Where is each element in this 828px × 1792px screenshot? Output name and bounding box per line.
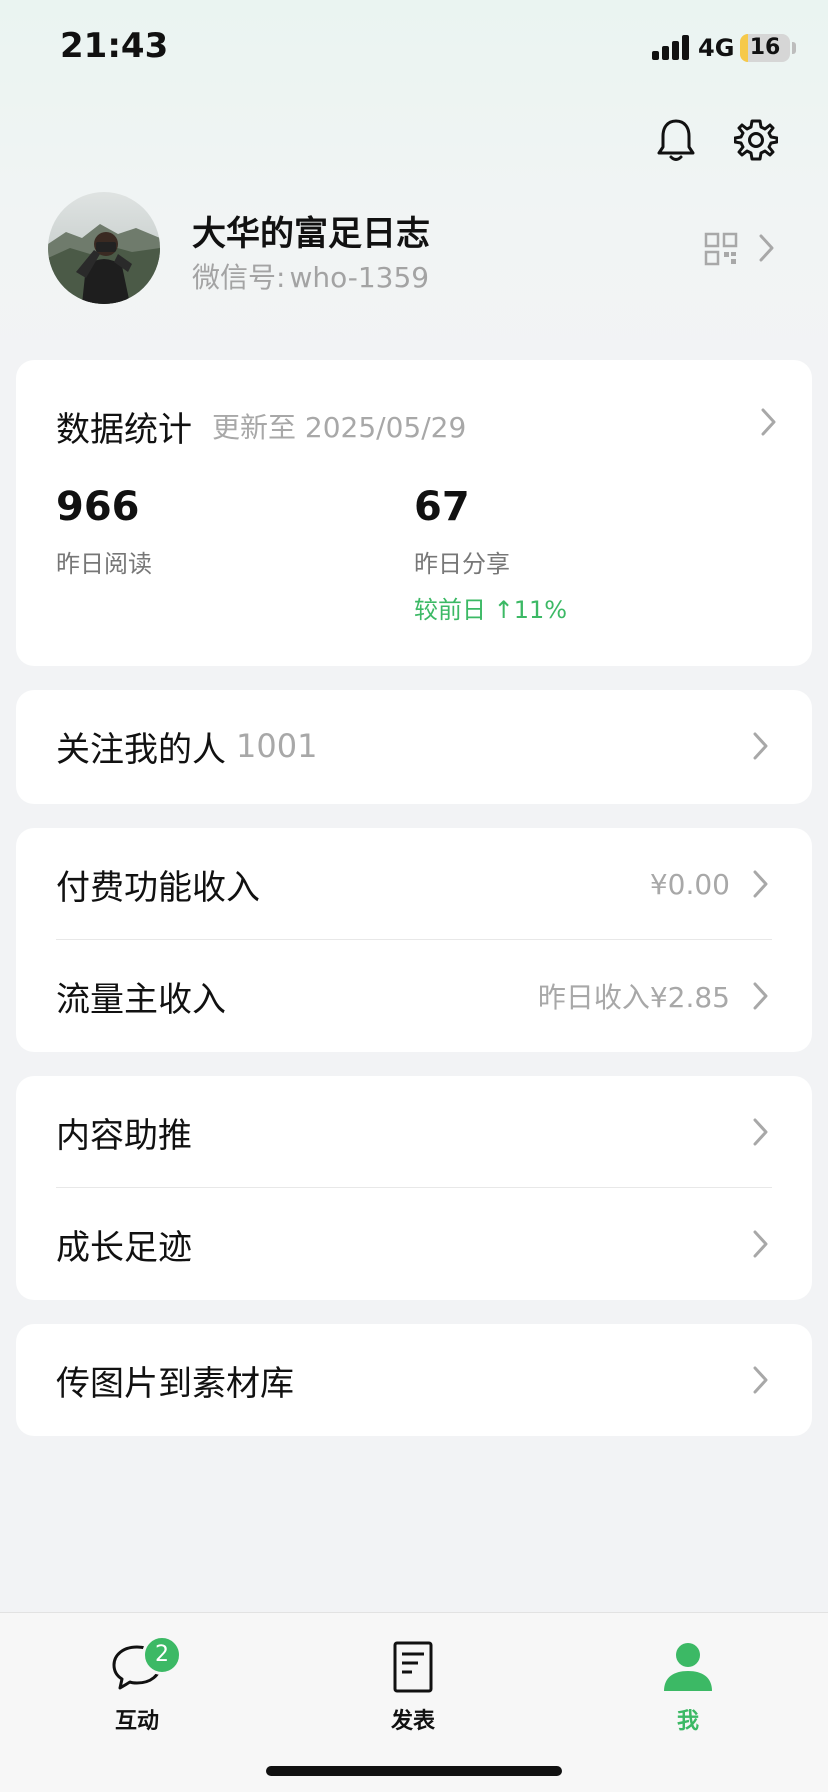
chevron-right-icon (761, 408, 776, 436)
shares-change: 较前日 ↑11% (414, 596, 568, 624)
tab-publish[interactable]: 发表 (353, 1637, 473, 1735)
chevron-right-icon (753, 1230, 768, 1258)
person-icon (658, 1637, 718, 1697)
paid-income-title: 付费功能收入 (56, 867, 260, 908)
tab-interact-label: 互动 (114, 1709, 159, 1734)
stats-updated-date: 更新至 2025/05/29 (212, 411, 467, 444)
shares-value: 67 (414, 484, 470, 530)
bell-icon (657, 119, 695, 161)
paid-income-value: ¥0.00 (649, 867, 730, 901)
upload-card[interactable]: 传图片到素材库 (16, 1324, 812, 1436)
followers-card[interactable]: 关注我的人 1001 (16, 690, 812, 804)
followers-title: 关注我的人 (56, 729, 226, 770)
tools-card: 内容助推 成长足迹 (16, 1076, 812, 1300)
qr-code-icon (704, 232, 738, 266)
stats-title: 数据统计 (56, 410, 192, 450)
tab-publish-label: 发表 (390, 1709, 435, 1734)
followers-row[interactable]: 关注我的人 1001 (16, 690, 812, 802)
chevron-right-icon (753, 732, 768, 760)
shares-label: 昨日分享 (414, 550, 510, 578)
growth-footprint-title: 成长足迹 (56, 1227, 192, 1268)
status-time: 21:43 (60, 26, 169, 66)
status-bar: 21:43 4G 16 (0, 0, 828, 100)
content-promote-title: 内容助推 (56, 1115, 192, 1156)
document-icon (383, 1637, 443, 1697)
tab-me-label: 我 (676, 1709, 699, 1734)
upload-images-title: 传图片到素材库 (56, 1363, 294, 1404)
content-promote-row[interactable]: 内容助推 (16, 1076, 812, 1188)
network-label: 4G (698, 34, 735, 62)
traffic-income-row[interactable]: 流量主收入 昨日收入¥2.85 (16, 940, 812, 1052)
qr-code-button[interactable] (700, 228, 780, 268)
wechat-id-label: 微信号: (192, 261, 286, 294)
paid-income-row[interactable]: 付费功能收入 ¥0.00 (16, 828, 812, 940)
reads-value: 966 (56, 484, 140, 530)
signal-icon (652, 34, 690, 60)
tab-me[interactable]: 我 (628, 1637, 748, 1735)
chevron-right-icon (753, 1118, 768, 1146)
notifications-button[interactable] (646, 110, 706, 170)
battery-level: 16 (749, 35, 781, 60)
avatar[interactable] (48, 192, 160, 304)
profile-name[interactable]: 大华的富足日志 (192, 206, 430, 255)
chevron-right-icon (753, 1366, 768, 1394)
growth-footprint-row[interactable]: 成长足迹 (16, 1188, 812, 1300)
profile-wechat-id: 微信号: who-1359 (192, 256, 429, 296)
reads-label: 昨日阅读 (56, 550, 152, 578)
followers-count: 1001 (236, 727, 318, 765)
battery-icon: 16 (740, 34, 790, 62)
income-card: 付费功能收入 ¥0.00 流量主收入 昨日收入¥2.85 (16, 828, 812, 1052)
traffic-income-title: 流量主收入 (56, 979, 226, 1020)
avatar-image (48, 192, 160, 304)
chevron-right-icon (759, 234, 774, 262)
traffic-income-value: 昨日收入¥2.85 (537, 981, 730, 1014)
gear-icon (734, 119, 778, 161)
tab-bar: 互动 2 发表 我 (0, 1612, 828, 1792)
unread-badge: 2 (142, 1635, 182, 1675)
upload-images-row[interactable]: 传图片到素材库 (16, 1324, 812, 1436)
battery-cap (792, 42, 796, 54)
home-indicator (266, 1766, 562, 1776)
chevron-right-icon (753, 982, 768, 1010)
settings-button[interactable] (726, 110, 786, 170)
wechat-id-value: who-1359 (289, 261, 430, 294)
stats-card[interactable]: 数据统计 更新至 2025/05/29 966 昨日阅读 67 昨日分享 较前日… (16, 360, 812, 666)
chevron-right-icon (753, 870, 768, 898)
